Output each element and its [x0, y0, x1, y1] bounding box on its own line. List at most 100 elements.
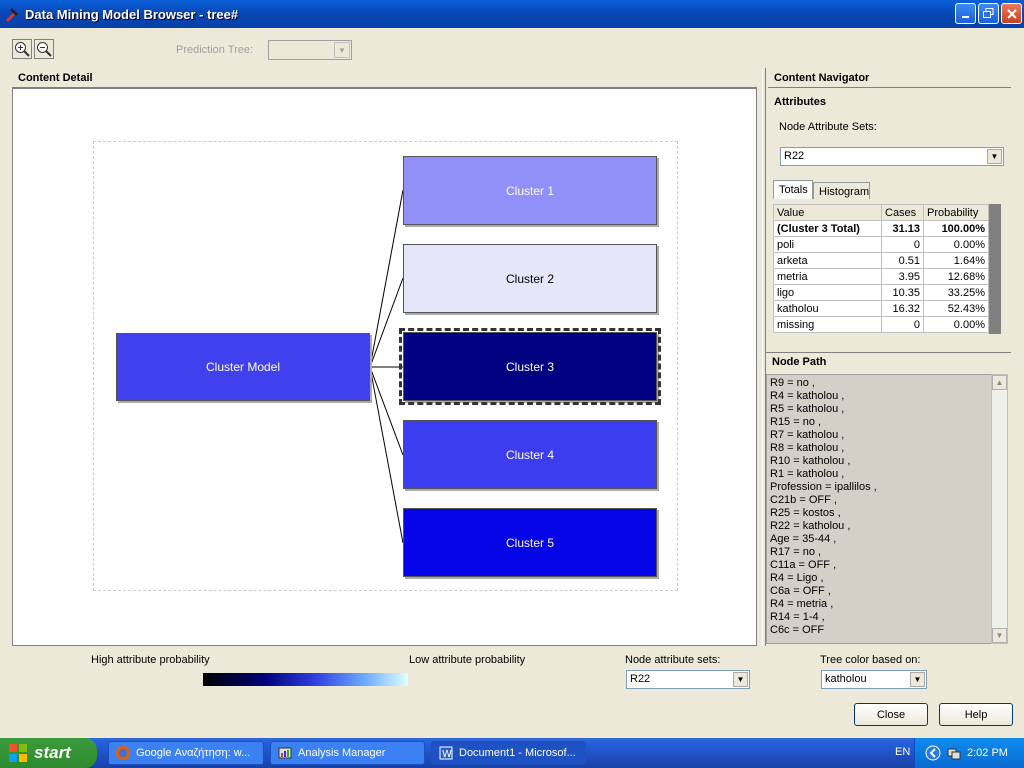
tab-totals[interactable]: Totals [773, 180, 813, 199]
table-row[interactable]: arketa 0.51 1.64% [773, 252, 989, 269]
node-label: Cluster 2 [505, 271, 555, 286]
tray-network-icon[interactable] [947, 746, 961, 760]
taskbar-item-google[interactable]: Google Αναζήτηση: w... [108, 741, 264, 765]
svg-text:W: W [442, 749, 452, 760]
start-button[interactable]: start [0, 738, 97, 768]
tree-node-cluster-2[interactable]: Cluster 2 [403, 244, 657, 313]
table-row[interactable]: (Cluster 3 Total) 31.13 100.00% [773, 220, 989, 237]
column-header-cases[interactable]: Cases [881, 204, 924, 221]
cell-value: poli [773, 236, 882, 253]
node-path-scrollbar[interactable]: ▲ ▼ [991, 374, 1008, 644]
column-header-probability[interactable]: Probability [923, 204, 989, 221]
taskbar-item-label: Document1 - Microsof... [459, 747, 576, 759]
content-detail-header: Content Detail [12, 68, 757, 88]
analysis-manager-icon [278, 747, 292, 759]
content-detail-pane: Cluster Model Cluster 1 Cluster 2 Cluste… [12, 88, 757, 646]
chevron-down-icon[interactable]: ▼ [733, 672, 748, 687]
minimize-icon[interactable] [955, 3, 976, 24]
tree-node-cluster-5[interactable]: Cluster 5 [403, 508, 657, 577]
table-row[interactable]: missing 0 0.00% [773, 316, 989, 333]
node-path-item: Age = 35-44 , [770, 533, 837, 545]
chevron-down-icon[interactable]: ▼ [334, 42, 350, 58]
tray-arrow-icon[interactable] [925, 745, 941, 761]
node-path-item: R14 = 1-4 , [770, 611, 825, 623]
cell-value: missing [773, 316, 882, 333]
cell-cases: 0 [881, 236, 924, 253]
node-label: Cluster 1 [505, 183, 555, 198]
close-icon[interactable] [1001, 3, 1022, 24]
tree-node-cluster-model[interactable]: Cluster Model [116, 333, 370, 401]
node-path-item: R10 = katholou , [770, 455, 851, 467]
prediction-tree-label: Prediction Tree: [176, 44, 254, 56]
toolbar: Prediction Tree: ▼ [0, 28, 1024, 66]
language-indicator[interactable]: EN [895, 746, 910, 758]
close-button[interactable]: Close [854, 703, 928, 726]
table-header-row: Value Cases Probability [773, 204, 989, 221]
high-probability-label: High attribute probability [91, 654, 210, 666]
node-label: Cluster 4 [505, 447, 555, 462]
node-path-item: C6a = OFF , [770, 585, 831, 597]
table-row[interactable]: metria 3.95 12.68% [773, 268, 989, 285]
probability-gradient [203, 673, 408, 686]
low-probability-label: Low attribute probability [409, 654, 526, 666]
tab-histogram[interactable]: Histogram [813, 182, 870, 199]
windows-logo-icon [9, 744, 27, 762]
system-tray: 2:02 PM [914, 738, 1024, 768]
column-header-value[interactable]: Value [773, 204, 882, 221]
restore-icon[interactable] [978, 3, 999, 24]
tree-color-label: Tree color based on: [820, 654, 921, 666]
table-row[interactable]: katholou 16.32 52.43% [773, 300, 989, 317]
node-attribute-sets-label: Node Attribute Sets: [779, 121, 877, 133]
clock[interactable]: 2:02 PM [967, 747, 1008, 759]
cell-value: metria [773, 268, 882, 285]
cell-value: (Cluster 3 Total) [773, 220, 882, 237]
scroll-up-icon[interactable]: ▲ [992, 375, 1007, 390]
attributes-header: Attributes [768, 92, 1011, 112]
cell-value: ligo [773, 284, 882, 301]
node-path-list: R9 = no , R4 = katholou , R5 = katholou ,R… [766, 374, 992, 644]
node-path-item: R1 = katholou , [770, 468, 845, 480]
help-button[interactable]: Help [939, 703, 1013, 726]
table-scrollbar[interactable] [989, 204, 1001, 334]
cell-cases: 10.35 [881, 284, 924, 301]
app-icon [3, 5, 21, 23]
start-label: start [34, 743, 71, 762]
cell-probability: 1.64% [923, 252, 989, 269]
tree-color-select[interactable]: katholou ▼ [821, 670, 927, 689]
table-row[interactable]: poli 0 0.00% [773, 236, 989, 253]
tree-node-cluster-1[interactable]: Cluster 1 [403, 156, 657, 225]
node-label: Cluster 5 [505, 535, 555, 550]
taskbar-item-analysis-manager[interactable]: Analysis Manager [270, 741, 425, 765]
cell-value: arketa [773, 252, 882, 269]
prediction-tree-select[interactable]: ▼ [268, 40, 352, 60]
node-attribute-sets-value: R22 [784, 150, 805, 162]
node-path-item: R17 = no , [770, 546, 822, 558]
zoom-in-icon[interactable] [12, 39, 32, 59]
node-label: Cluster Model [205, 360, 281, 374]
node-path-item: R15 = no , [770, 416, 822, 428]
cell-value: katholou [773, 300, 882, 317]
cell-probability: 0.00% [923, 316, 989, 333]
tree-node-cluster-3[interactable]: Cluster 3 [399, 328, 661, 405]
cell-cases: 0 [881, 316, 924, 333]
table-row[interactable]: ligo 10.35 33.25% [773, 284, 989, 301]
node-path-item: C6c = OFF [770, 624, 825, 636]
cell-cases: 16.32 [881, 300, 924, 317]
node-path-item: R4 = katholou , [770, 390, 845, 402]
cell-probability: 52.43% [923, 300, 989, 317]
node-attribute-sets-select[interactable]: R22 ▼ [780, 147, 1004, 166]
node-path-item: R8 = katholou , [770, 442, 845, 454]
chevron-down-icon[interactable]: ▼ [987, 149, 1002, 164]
node-path-item: R9 = no , [770, 377, 815, 389]
cell-probability: 100.00% [923, 220, 989, 237]
node-path-item: C11a = OFF , [770, 559, 837, 571]
chevron-down-icon[interactable]: ▼ [910, 672, 925, 687]
bottom-node-attribute-sets-select[interactable]: R22 ▼ [626, 670, 750, 689]
taskbar-item-document1[interactable]: W Document1 - Microsof... [431, 741, 586, 765]
zoom-out-icon[interactable] [34, 39, 54, 59]
title-bar[interactable]: Data Mining Model Browser - tree# [0, 0, 1024, 28]
node-path-item: R25 = kostos , [770, 507, 841, 519]
tree-node-cluster-4[interactable]: Cluster 4 [403, 420, 657, 489]
scroll-down-icon[interactable]: ▼ [992, 628, 1007, 643]
node-path-item: C21b = OFF , [770, 494, 837, 506]
